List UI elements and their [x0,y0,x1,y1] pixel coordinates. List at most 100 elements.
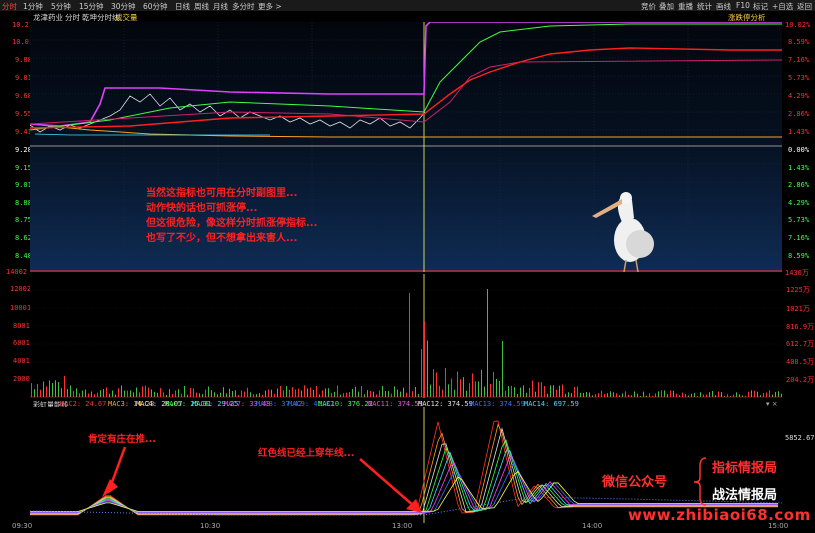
volume-bar [541,382,542,397]
volume-bar [196,392,197,397]
volume-bar [757,391,758,397]
volume-bar [778,391,779,397]
volume-max-label: 14002 [6,268,28,276]
volume-bar [628,394,629,397]
volume-bar [373,391,374,397]
volume-svg [30,274,782,398]
volume-bar [706,394,707,397]
volume-bar [733,394,734,397]
volume-bar [397,389,398,397]
volume-bar [139,392,140,397]
volume-right-label: 408.5万 [786,358,815,366]
price-chart-panel[interactable]: 当然这指标也可用在分时副图里... 动作快的话也可抓涨停... 但这很危险，像这… [30,22,782,272]
pct-label: 4.29% [788,199,810,207]
volume-bar [256,394,257,397]
volume-bar [439,385,440,397]
volume-label: 4001 [13,357,30,365]
volume-bar [274,393,275,397]
note-left: 肯定有庄在推... [88,434,156,445]
volume-bar [157,392,158,397]
volume-bar [469,383,470,397]
volume-bar [766,392,767,397]
volume-bar [562,384,563,397]
volume-bar [76,388,77,397]
volume-bar [376,394,377,397]
volume-bar [190,387,191,397]
f10-button[interactable]: F10 [736,1,750,10]
volume-bar [505,390,506,397]
volume-bar [244,391,245,397]
volume-bar [259,393,260,397]
volume-bar [595,394,596,397]
volume-bar [235,390,236,397]
volume-bar [394,386,395,397]
volume-bar [433,369,434,397]
volume-bar [385,390,386,397]
volume-bar [622,393,623,397]
volume-panel[interactable] [30,274,782,398]
volume-bar [571,393,572,397]
volume-bar [649,393,650,397]
volume-bar [250,392,251,397]
volume-bar [670,390,671,397]
volume-bar [748,391,749,397]
volume-bar [367,390,368,397]
volume-bar [379,390,380,397]
volume-bar [586,391,587,397]
volume-bar [70,385,71,397]
brand-2: 战法情报局 [712,488,778,503]
volume-bar [703,394,704,397]
pct-label: 1.43% [788,128,810,136]
volume-bar [124,390,125,397]
indicator-right-value: 5852.67 [785,434,815,442]
volume-bar [187,394,188,397]
time-label: 13:00 [392,522,413,530]
time-axis: 09:30 10:30 13:00 14:00 15:00 [0,521,815,533]
volume-bar [457,371,458,397]
volume-bar [316,386,317,397]
volume-bar [679,394,680,397]
volume-bar [673,390,674,397]
volume-bar [298,388,299,397]
volume-bar [466,390,467,397]
volume-bar [229,388,230,397]
volume-bar [493,371,494,397]
volume-bar [538,382,539,397]
volume-bar [103,388,104,397]
pct-label: 0.00% [788,146,810,154]
volume-bar [412,391,413,397]
volume-bar [424,321,425,397]
volume-label: 6001 [13,339,30,347]
volume-bar [199,393,200,397]
volume-bar [763,392,764,397]
volume-bar [160,388,161,397]
volume-bar [154,391,155,397]
volume-bar [676,393,677,397]
volume-bar [40,389,41,397]
volume-bar [400,391,401,397]
volume-bar [658,391,659,397]
volume-bar [568,392,569,397]
volume-bar [451,378,452,397]
volume-bar [112,390,113,397]
volume-bar [172,394,173,397]
volume-bar [535,391,536,397]
volume-bar [499,380,500,397]
volume-bar [553,385,554,397]
volume-bar [271,389,272,397]
volume-bar [523,385,524,397]
volume-bar [94,394,95,397]
volume-bar [607,393,608,397]
volume-bar [130,390,131,397]
volume-bar [61,388,62,397]
pct-label: 5.73% [788,74,810,82]
volume-bar [37,383,38,397]
volume-bar [208,386,209,397]
volume-bar [262,394,263,397]
volume-bar [226,393,227,397]
volume-bar [418,394,419,397]
volume-bar [547,393,548,397]
volume-bar [388,391,389,397]
volume-bar [661,390,662,397]
volume-bar [481,369,482,397]
